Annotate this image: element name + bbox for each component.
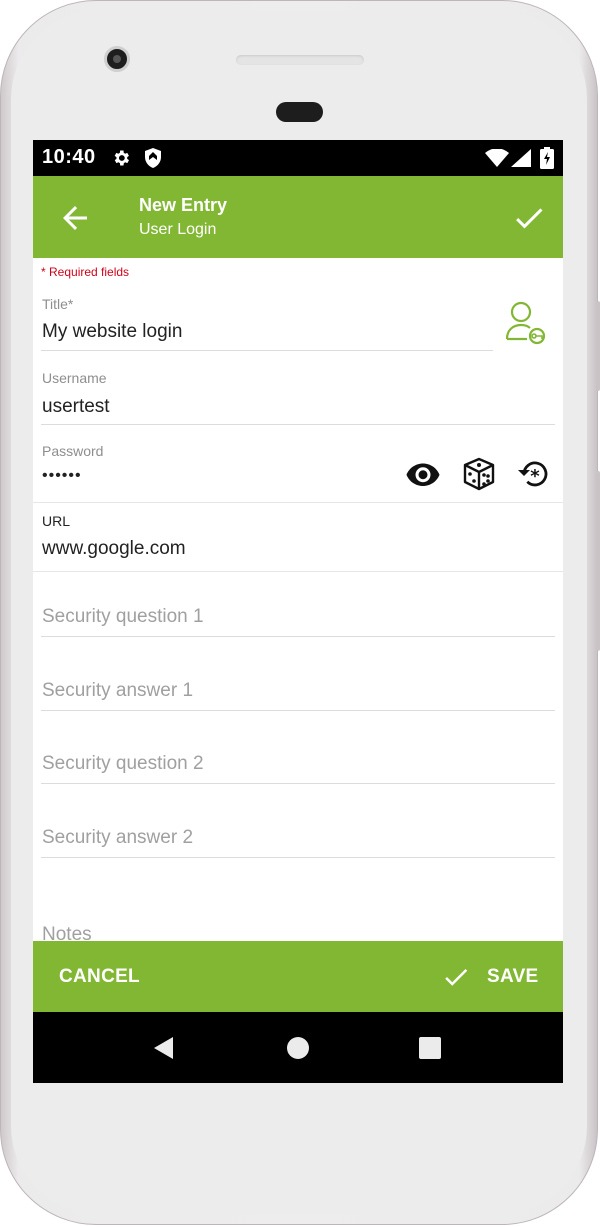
back-button[interactable] — [57, 200, 93, 236]
front-camera — [104, 46, 130, 72]
earpiece-speaker — [276, 102, 323, 122]
check-icon — [445, 969, 468, 986]
url-divider — [33, 571, 563, 572]
username-input[interactable]: usertest — [42, 396, 110, 418]
username-label: Username — [42, 370, 107, 386]
url-label: URL — [42, 513, 71, 529]
bottom-action-bar: CANCEL SAVE — [33, 941, 563, 1012]
home-circle-icon[interactable] — [284, 1034, 312, 1062]
url-input[interactable]: www.google.com — [42, 538, 186, 560]
security-question-1-input[interactable]: Security question 1 — [42, 606, 204, 628]
confirm-button[interactable] — [511, 200, 547, 236]
security-answer-2-underline — [41, 857, 555, 858]
title-label: Title* — [42, 296, 74, 312]
password-divider — [33, 502, 563, 503]
check-icon — [516, 208, 543, 229]
title-input[interactable]: My website login — [42, 321, 182, 343]
password-label: Password — [42, 443, 104, 459]
wifi-icon — [485, 148, 509, 172]
status-bar: 10:40 — [33, 140, 563, 176]
svg-text:*: * — [530, 466, 540, 487]
password-history-icon[interactable]: * — [517, 456, 553, 492]
volume-button — [596, 301, 600, 391]
phone-frame: 10:40 New Entry User Login * Required fi… — [0, 0, 600, 1225]
app-bar: New Entry User Login — [33, 176, 563, 258]
dice-icon[interactable] — [461, 456, 497, 492]
username-underline — [41, 424, 555, 425]
battery-icon — [540, 147, 554, 174]
security-question-2-underline — [41, 783, 555, 784]
shield-icon — [143, 147, 163, 174]
recents-square-icon[interactable] — [416, 1034, 444, 1062]
required-fields-note: * Required fields — [41, 265, 130, 279]
system-nav-bar — [33, 1012, 563, 1083]
cancel-button[interactable]: CANCEL — [59, 966, 140, 988]
save-label: SAVE — [487, 966, 539, 987]
power-button — [596, 471, 600, 651]
security-answer-2-input[interactable]: Security answer 2 — [42, 827, 193, 849]
page-title: New Entry — [139, 195, 228, 215]
security-answer-1-underline — [41, 710, 555, 711]
security-question-2-input[interactable]: Security question 2 — [42, 753, 204, 775]
user-key-icon[interactable] — [504, 298, 552, 348]
title-underline — [41, 350, 493, 351]
signal-icon — [511, 149, 531, 172]
screen: 10:40 New Entry User Login * Required fi… — [33, 140, 563, 1083]
arrow-left-icon — [63, 206, 87, 230]
security-answer-1-input[interactable]: Security answer 1 — [42, 680, 193, 702]
back-triangle-icon[interactable] — [150, 1034, 178, 1062]
top-grille — [236, 55, 364, 65]
eye-icon[interactable] — [405, 456, 441, 492]
password-input[interactable]: •••••• — [42, 467, 82, 485]
status-time: 10:40 — [42, 146, 96, 168]
page-subtitle: User Login — [139, 221, 217, 238]
save-button[interactable]: SAVE — [441, 959, 539, 995]
security-question-1-underline — [41, 636, 555, 637]
gear-icon — [111, 148, 131, 173]
